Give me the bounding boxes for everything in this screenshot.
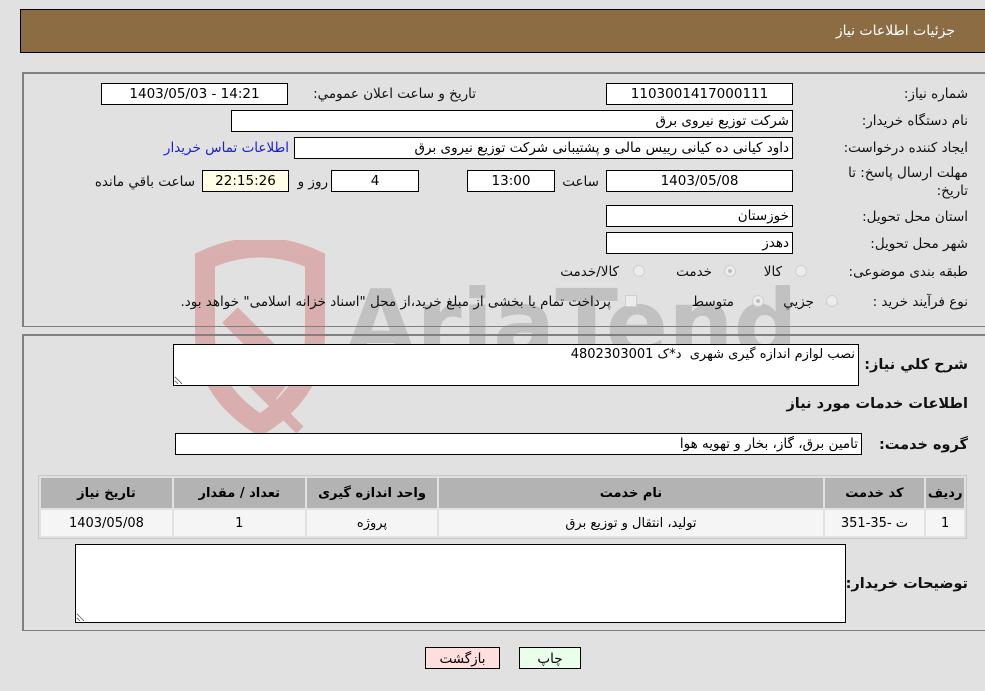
category-radio-service[interactable]	[724, 265, 736, 277]
page-header: جزئیات اطلاعات نیاز	[20, 9, 985, 53]
table-row: 1 ت -35-351 تولید، انتقال و توزیع برق پر…	[41, 510, 964, 536]
category-label: طبقه بندی موضوعی:	[848, 264, 968, 280]
buyer-contact-link[interactable]: اطلاعات تماس خريدار	[164, 140, 289, 156]
service-group-label: گروه خدمت:	[878, 437, 968, 453]
page-title: جزئیات اطلاعات نیاز	[835, 23, 955, 39]
days-label: روز و	[297, 174, 328, 190]
province-label: استان محل تحويل:	[862, 209, 968, 225]
need-number-field: 1103001417000111	[606, 83, 793, 105]
deadline-time-field: 13:00	[467, 170, 555, 192]
purchase-type-label: نوع فرآيند خريد :	[872, 294, 968, 310]
buyer-org-field: شرکت توزیع نیروی برق	[231, 110, 793, 132]
cell-unit: پروژه	[306, 510, 438, 536]
need-number-label: شماره نیاز:	[903, 86, 968, 102]
buyer-org-label: نام دستگاه خريدار:	[861, 113, 968, 129]
deadline-label-line1: مهلت ارسال پاسخ: تا	[848, 165, 968, 181]
category-option-service: خدمت	[676, 264, 712, 280]
purchase-type-option-medium: متوسط	[691, 294, 734, 310]
days-remaining-field: 4	[331, 170, 419, 192]
treasury-checkbox[interactable]	[625, 295, 637, 307]
time-remaining-field: 22:15:26	[202, 170, 289, 192]
col-row-number: رديف	[926, 478, 964, 508]
cell-service-code: ت -35-351	[824, 510, 925, 536]
requester-field: داود کیانی ده کیانی رییس مالی و پشتیبانی…	[294, 137, 793, 159]
deadline-time-label: ساعت	[562, 174, 599, 190]
cell-row-number: 1	[926, 510, 964, 536]
purchase-type-option-minor: جزيي	[783, 294, 814, 310]
category-option-goods-service: کالا/خدمت	[560, 264, 619, 280]
category-option-goods: کالا	[763, 264, 782, 280]
cell-service-name: تولید، انتقال و توزیع برق	[439, 510, 823, 536]
treasury-note: پرداخت تمام یا بخشی از مبلغ خرید،از محل …	[180, 294, 611, 310]
province-field: خوزستان	[606, 205, 793, 227]
category-radio-goods[interactable]	[795, 265, 807, 277]
col-service-name: نام خدمت	[439, 478, 823, 508]
services-table-header: رديف کد خدمت نام خدمت واحد اندازه گيری ت…	[41, 478, 964, 508]
requester-label: ايجاد کننده درخواست:	[843, 140, 968, 156]
description-label: شرح کلي نياز:	[864, 357, 968, 373]
purchase-type-radio-minor[interactable]	[826, 295, 838, 307]
services-heading: اطلاعات خدمات مورد نياز	[786, 396, 968, 412]
time-remaining-label: ساعت باقي مانده	[94, 174, 195, 190]
col-need-date: تاريخ نياز	[41, 478, 172, 508]
deadline-label-line2: تاريخ:	[936, 183, 968, 199]
cell-quantity: 1	[173, 510, 305, 536]
col-quantity: تعداد / مقدار	[173, 478, 305, 508]
buyer-notes-label: توضيحات خريدار:	[845, 576, 968, 592]
description-textarea[interactable]	[173, 344, 859, 386]
purchase-type-radio-medium[interactable]	[752, 295, 764, 307]
announce-datetime-field: 1403/05/03 - 14:21	[101, 83, 288, 105]
col-unit: واحد اندازه گيری	[306, 478, 438, 508]
announce-datetime-label: تاریخ و ساعت اعلان عمومي:	[313, 86, 476, 102]
deadline-date-field: 1403/05/08	[606, 170, 793, 192]
services-table: رديف کد خدمت نام خدمت واحد اندازه گيری ت…	[38, 475, 967, 539]
cell-need-date: 1403/05/08	[41, 510, 172, 536]
service-group-field: تامین برق، گاز، بخار و تهویه هوا	[175, 433, 862, 455]
city-field: دهدز	[606, 232, 793, 254]
col-service-code: کد خدمت	[824, 478, 925, 508]
back-button[interactable]: بازگشت	[425, 647, 500, 669]
buyer-notes-textarea[interactable]	[75, 544, 846, 623]
category-radio-goods-service[interactable]	[633, 265, 645, 277]
print-button[interactable]: چاپ	[519, 647, 581, 669]
city-label: شهر محل تحويل:	[870, 236, 968, 252]
